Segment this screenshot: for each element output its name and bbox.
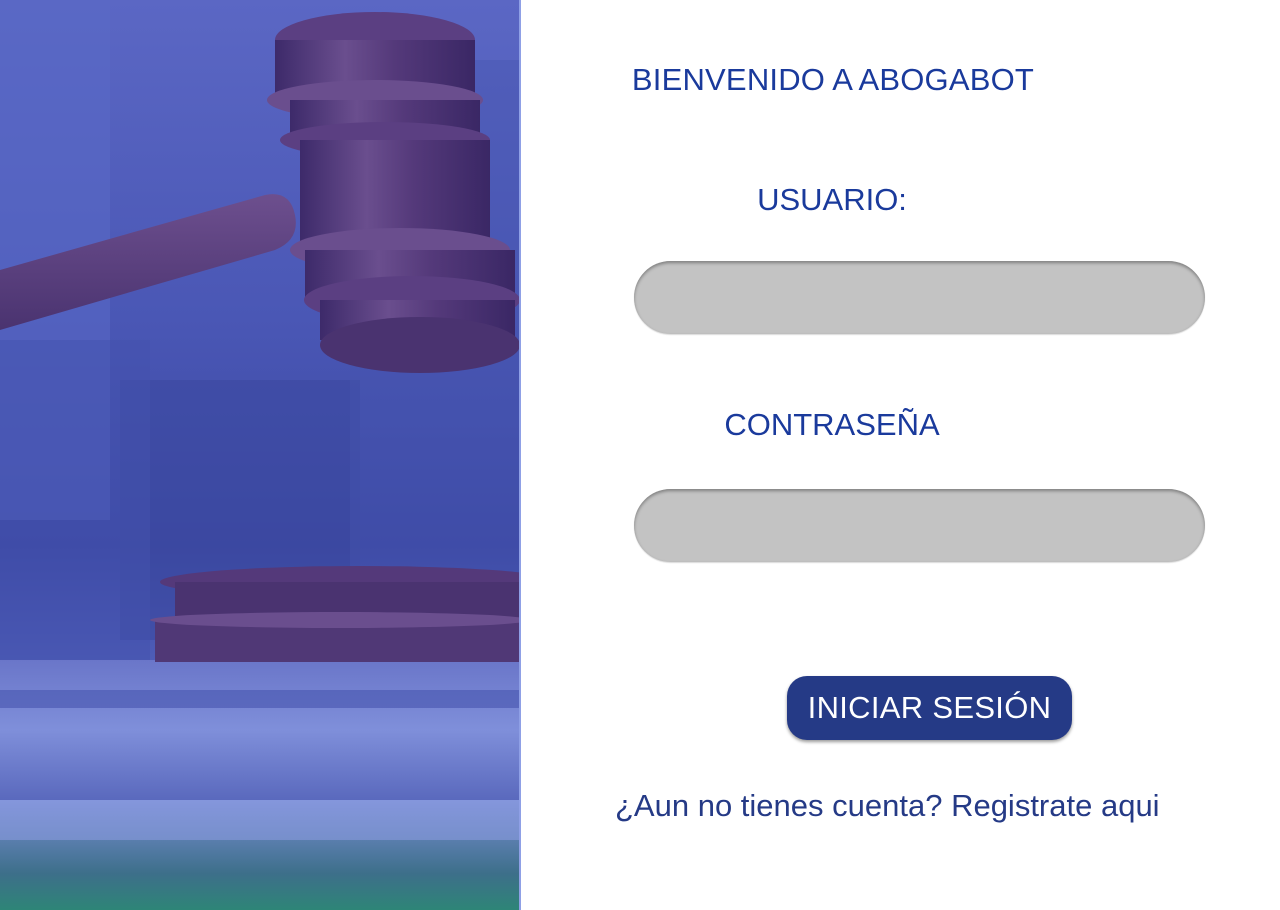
username-label: USUARIO: <box>757 182 907 217</box>
hero-image <box>0 0 521 910</box>
username-input[interactable] <box>634 261 1205 334</box>
register-link[interactable]: ¿Aun no tienes cuenta? Registrate aqui <box>615 788 1160 824</box>
login-panel: BIENVENIDO A ABOGABOT USUARIO: CONTRASEÑ… <box>522 0 1280 910</box>
login-button[interactable]: INICIAR SESIÓN <box>787 676 1072 740</box>
password-label: CONTRASEÑA <box>724 407 940 442</box>
login-page: BIENVENIDO A ABOGABOT USUARIO: CONTRASEÑ… <box>0 0 1280 910</box>
gavel-icon <box>0 0 521 840</box>
page-title: BIENVENIDO A ABOGABOT <box>631 62 1035 97</box>
hero-divider <box>519 0 521 910</box>
password-input[interactable] <box>634 489 1205 562</box>
